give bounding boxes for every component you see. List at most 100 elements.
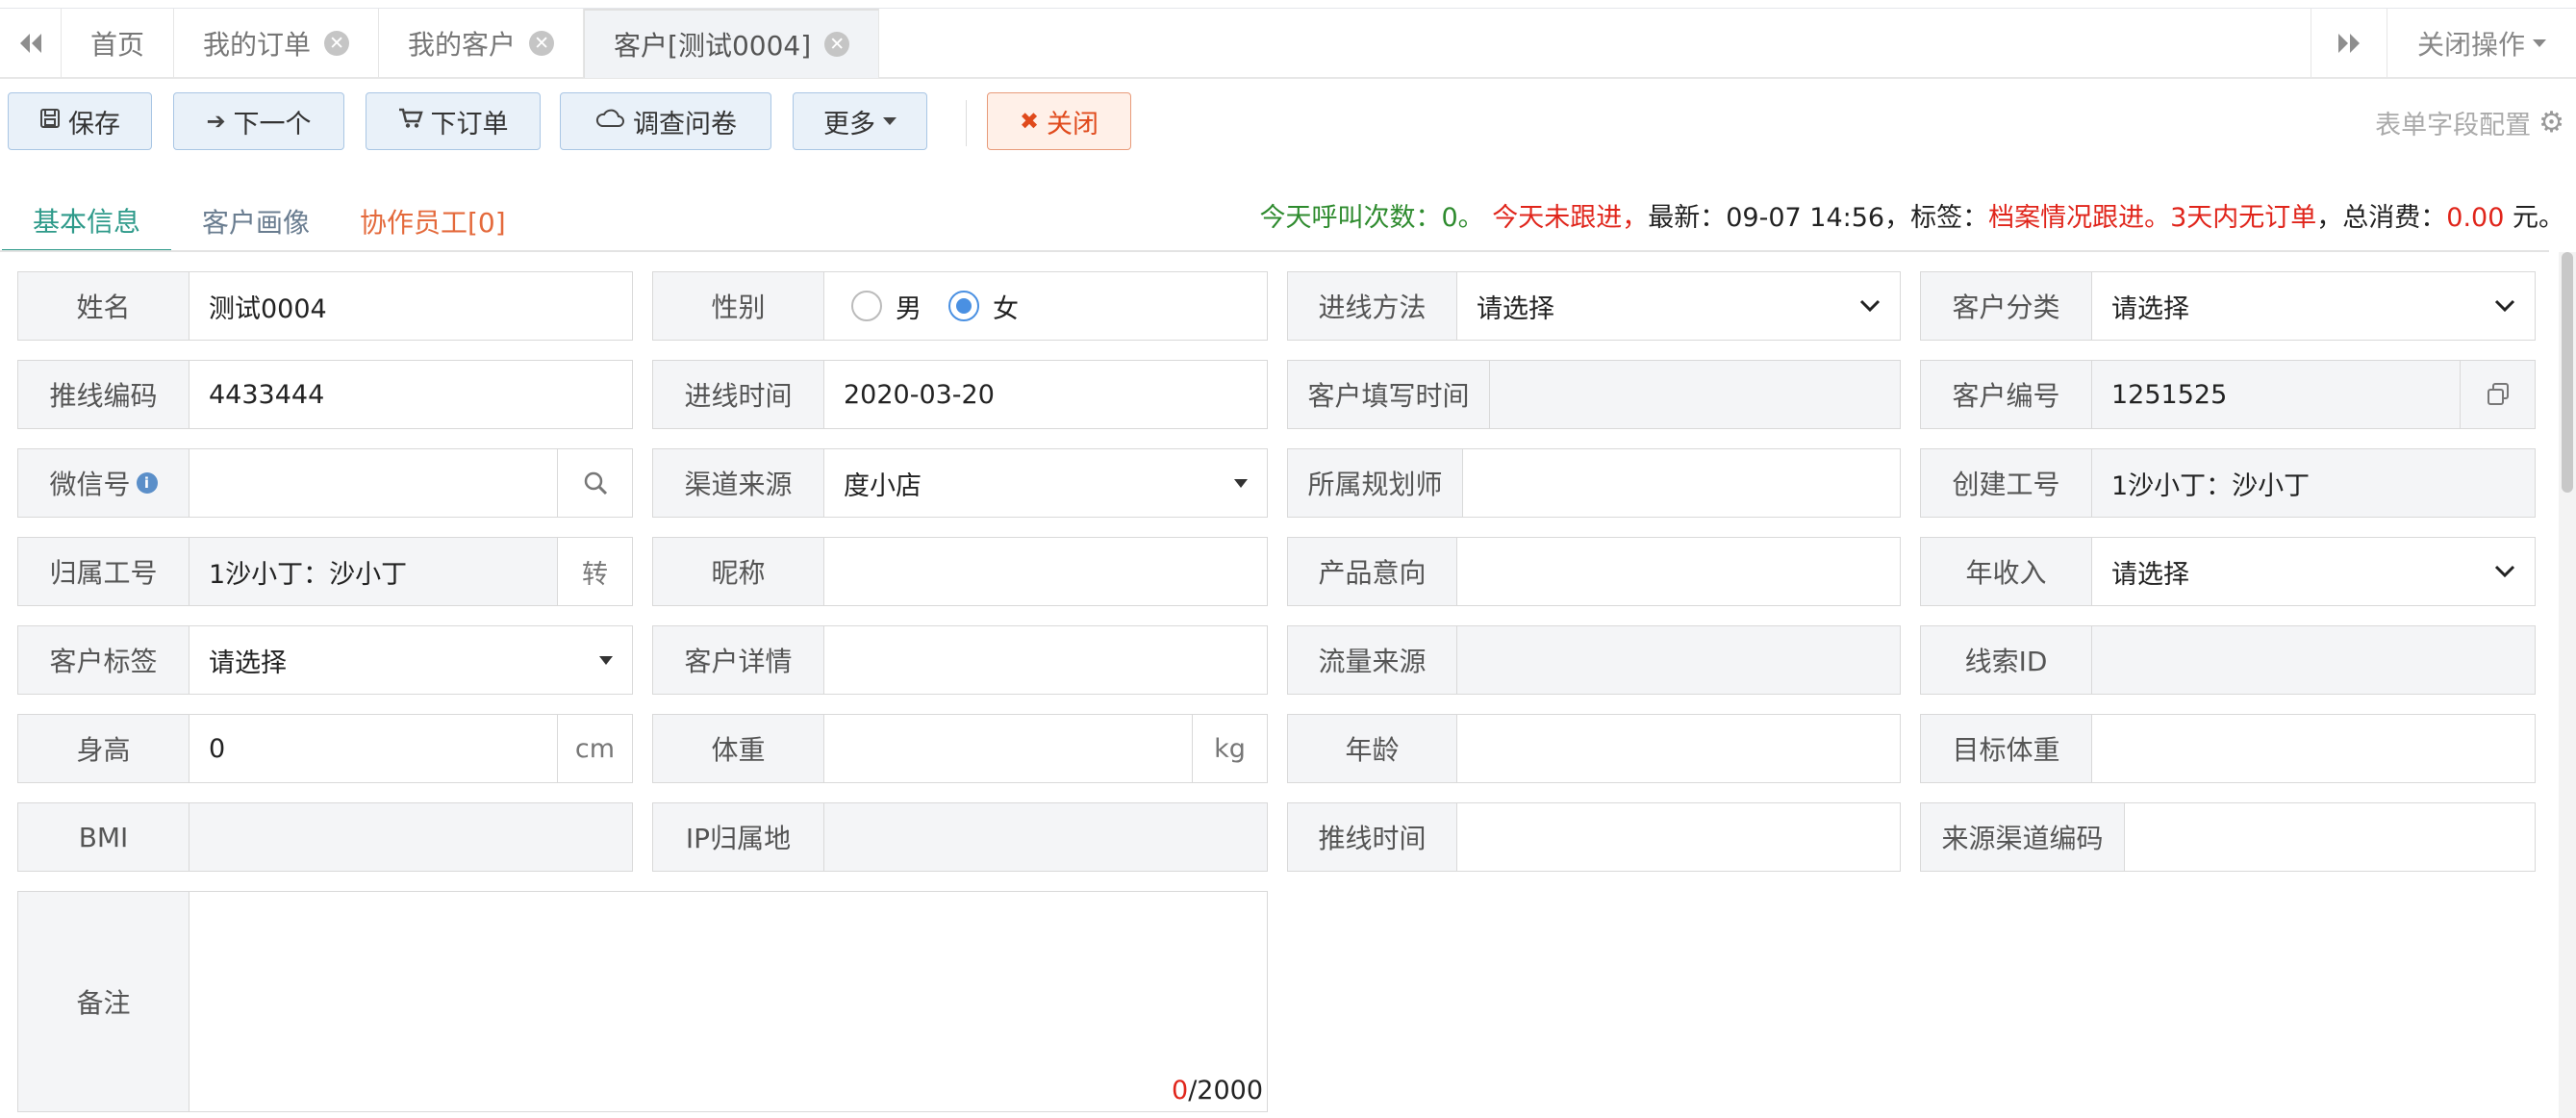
height-input[interactable]: 0 (189, 715, 557, 782)
radio-male[interactable] (851, 291, 882, 321)
tab-label: 首页 (90, 29, 145, 61)
tabs-scroll-right-icon[interactable] (2311, 9, 2387, 78)
tab-cooperating-staff[interactable]: 协作员工[0] (360, 191, 506, 252)
entry-method-select[interactable]: 请选择 (1457, 272, 1900, 340)
close-icon[interactable]: ✕ (824, 32, 850, 57)
total-unit: 元。 (2504, 203, 2564, 233)
total-label: ，总消费： (2316, 203, 2447, 233)
product-intent-input[interactable] (1457, 538, 1900, 605)
age-input[interactable] (1457, 715, 1900, 782)
customer-no-field: 客户编号 1251525 (1920, 360, 2536, 429)
tab-basic-info[interactable]: 基本信息 (2, 191, 171, 252)
form-field-config-label: 表单字段配置 (2375, 111, 2532, 140)
entry-method-field: 进线方法 请选择 (1287, 271, 1901, 341)
remark-textarea[interactable]: 0/2000 (189, 892, 1267, 1111)
push-code-input[interactable]: 4433444 (189, 361, 632, 428)
annual-income-select[interactable]: 请选择 (2092, 538, 2535, 605)
height-unit: cm (557, 715, 632, 782)
planner-label: 所属规划师 (1288, 449, 1463, 517)
creator-label: 创建工号 (1921, 449, 2092, 517)
tab-customer-portrait[interactable]: 客户画像 (202, 191, 310, 252)
push-code-field: 推线编码 4433444 (17, 360, 633, 429)
tab-customer-detail[interactable]: 客户[测试0004] ✕ (584, 9, 880, 78)
close-icon[interactable]: ✕ (324, 31, 350, 56)
tab-my-customers[interactable]: 我的客户 ✕ (379, 9, 585, 78)
save-button[interactable]: 保存 (8, 92, 152, 150)
ip-location-field: IP归属地 (652, 802, 1268, 872)
close-icon[interactable]: ✕ (529, 31, 555, 56)
more-button-label: 更多 (823, 109, 875, 140)
weight-input[interactable] (824, 715, 1192, 782)
name-input[interactable]: 测试0004 (189, 272, 632, 340)
planner-input[interactable] (1463, 449, 1900, 517)
tag-label: ，标签： (1884, 203, 1989, 233)
annual-income-field: 年收入 请选择 (1920, 537, 2536, 606)
channel-select[interactable]: 度小店 (824, 449, 1267, 517)
gender-option-female[interactable]: 女 (948, 288, 1019, 325)
subtab-underline (0, 250, 2549, 252)
chevron-down-icon (1859, 299, 1881, 313)
customer-detail-input[interactable] (824, 626, 1267, 694)
copy-icon[interactable] (2460, 361, 2535, 428)
planner-field: 所属规划师 (1287, 448, 1901, 518)
tab-label: 我的订单 (203, 29, 312, 61)
toolbar: 保存 ➔ 下一个 下订单 调查问卷 更多 ✖ 关闭 表单字段配置 ⚙ (0, 92, 2576, 154)
calls-value: 0 (1441, 203, 1458, 233)
customer-status-summary: 今天呼叫次数：0。 今天未跟进，最新：09-07 14:56，标签：档案情况跟进… (1259, 196, 2564, 234)
customer-category-value: 请选择 (2111, 293, 2189, 324)
info-icon[interactable]: i (136, 472, 158, 494)
gender-option-male[interactable]: 男 (851, 288, 922, 325)
wechat-input[interactable] (189, 449, 557, 517)
owner-label: 归属工号 (18, 538, 189, 605)
close-button[interactable]: ✖ 关闭 (987, 92, 1131, 150)
customer-no-input: 1251525 (2092, 361, 2460, 428)
lead-id-field: 线索ID (1920, 625, 2536, 695)
latest-value: 09-07 14:56 (1726, 203, 1885, 233)
tab-home[interactable]: 首页 (62, 9, 175, 78)
customer-tag-select[interactable]: 请选择 (189, 626, 632, 694)
save-button-label: 保存 (68, 109, 120, 140)
tag-value: 档案情况跟进。3天内无订单 (1988, 203, 2317, 233)
name-field: 姓名 测试0004 (17, 271, 633, 341)
next-button[interactable]: ➔ 下一个 (173, 92, 344, 150)
remark-char-max: /2000 (1188, 1076, 1263, 1105)
radio-female[interactable] (948, 291, 979, 321)
owner-field: 归属工号 1沙小丁：沙小丁 转 (17, 537, 633, 606)
wechat-field: 微信号 i (17, 448, 633, 518)
tab-my-orders[interactable]: 我的订单 ✕ (174, 9, 380, 78)
place-order-button[interactable]: 下订单 (366, 92, 541, 150)
target-weight-field: 目标体重 (1920, 714, 2536, 783)
bmi-label: BMI (18, 803, 189, 871)
calls-label: 今天呼叫次数： (1259, 203, 1442, 233)
owner-value: 1沙小丁：沙小丁 (189, 538, 557, 605)
gear-icon: ⚙ (2538, 106, 2564, 140)
entry-time-input[interactable]: 2020-03-20 (824, 361, 1267, 428)
cloud-icon (594, 108, 625, 135)
form-field-config-link[interactable]: 表单字段配置 ⚙ (2375, 104, 2564, 141)
survey-button[interactable]: 调查问卷 (560, 92, 771, 150)
nickname-input[interactable] (824, 538, 1267, 605)
tab-label: 我的客户 (408, 29, 517, 61)
search-icon[interactable] (557, 449, 632, 517)
customer-tag-label: 客户标签 (18, 626, 189, 694)
age-field: 年龄 (1287, 714, 1901, 783)
page-scrollbar[interactable] (2559, 252, 2576, 1118)
push-time-input[interactable] (1457, 803, 1900, 871)
channel-value: 度小店 (844, 470, 922, 501)
toolbar-divider (966, 100, 967, 146)
scrollbar-thumb[interactable] (2562, 252, 2573, 493)
transfer-button[interactable]: 转 (557, 538, 632, 605)
source-channel-code-input[interactable] (2125, 803, 2535, 871)
triangle-down-icon (599, 655, 613, 665)
remark-field: 备注 0/2000 (17, 891, 1268, 1112)
triangle-down-icon (1234, 478, 1248, 488)
customer-category-select[interactable]: 请选择 (2092, 272, 2535, 340)
fill-time-field: 客户填写时间 (1287, 360, 1901, 429)
target-weight-input[interactable] (2092, 715, 2535, 782)
customer-detail-label: 客户详情 (653, 626, 824, 694)
more-dropdown-button[interactable]: 更多 (793, 92, 927, 150)
close-operations-dropdown[interactable]: 关闭操作 (2387, 9, 2576, 78)
tabs-scroll-left-icon[interactable] (0, 9, 62, 78)
tab-cooperating-staff-label: 协作员工[0] (360, 207, 506, 239)
gender-male-label: 男 (896, 293, 922, 324)
